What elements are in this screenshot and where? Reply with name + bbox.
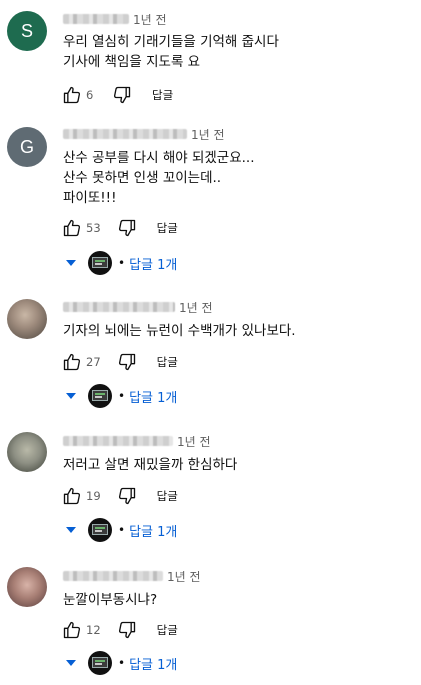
comment-actions: 27 답글 — [60, 350, 178, 374]
author-row: 1년 전 — [63, 299, 213, 315]
like-button[interactable] — [60, 216, 84, 240]
thumb-up-icon — [63, 86, 81, 104]
reply-button[interactable]: 답글 — [157, 488, 178, 504]
thumb-up-icon — [63, 219, 81, 237]
author-name-blurred[interactable] — [63, 571, 163, 581]
view-replies-button[interactable]: • 답글 1개 — [66, 517, 177, 543]
like-button[interactable] — [60, 83, 84, 107]
avatar[interactable] — [7, 299, 47, 339]
thumb-down-icon — [118, 487, 135, 505]
dislike-button[interactable] — [110, 83, 134, 107]
comment-time: 1년 전 — [167, 569, 201, 584]
author-name-blurred[interactable] — [63, 436, 173, 446]
comment-time: 1년 전 — [179, 300, 213, 315]
dislike-button[interactable] — [115, 484, 139, 508]
author-name-blurred[interactable] — [63, 302, 175, 312]
like-count: 19 — [86, 489, 101, 503]
avatar[interactable] — [7, 567, 47, 607]
comment-actions: 19 답글 — [60, 484, 178, 508]
comment-text: 저러고 살면 재밌을까 한심하다 — [63, 457, 238, 473]
view-replies-button[interactable]: • 답글 1개 — [66, 383, 177, 409]
caret-down-icon — [66, 660, 76, 666]
comment-actions: 12 답글 — [60, 618, 178, 642]
separator-dot: • — [118, 389, 126, 403]
comment-actions: 53 답글 — [60, 216, 178, 240]
thumb-up-icon — [63, 353, 81, 371]
separator-dot: • — [118, 523, 126, 537]
like-button[interactable] — [60, 350, 84, 374]
thumb-down-icon — [113, 86, 131, 104]
caret-down-icon — [66, 527, 76, 533]
avatar-letter: G — [19, 136, 34, 157]
comment-text: 눈깔이부동시냐? — [63, 592, 158, 608]
comment-actions: 6 답글 — [60, 83, 173, 107]
replies-count-label: 답글 1개 — [129, 524, 178, 540]
separator-dot: • — [118, 656, 126, 670]
reply-author-avatar — [88, 251, 112, 275]
dislike-button[interactable] — [115, 618, 139, 642]
like-button[interactable] — [60, 618, 84, 642]
thumb-down-icon — [118, 353, 135, 371]
reply-button[interactable]: 답글 — [157, 220, 178, 236]
author-row: 1년 전 — [63, 126, 225, 142]
reply-button[interactable]: 답글 — [157, 622, 178, 638]
reply-author-avatar — [88, 651, 112, 675]
comment-time: 1년 전 — [191, 127, 225, 142]
avatar-letter: S — [20, 20, 33, 41]
caret-down-icon — [66, 260, 76, 266]
comment-text: 우리 열심히 기래기들을 기억해 줍시다 기사에 책임을 지도록 요 — [63, 34, 279, 70]
comment-text: 기자의 뇌에는 뉴런이 수백개가 있나보다. — [63, 323, 296, 339]
like-button[interactable] — [60, 484, 84, 508]
like-count: 12 — [86, 623, 101, 637]
avatar[interactable]: S — [7, 11, 47, 51]
reply-author-avatar — [88, 384, 112, 408]
thumb-up-icon — [63, 621, 81, 639]
author-name-blurred[interactable] — [63, 129, 187, 139]
separator-dot: • — [118, 256, 126, 270]
view-replies-button[interactable]: • 답글 1개 — [66, 250, 177, 276]
like-count: 27 — [86, 355, 101, 369]
comment-time: 1년 전 — [177, 434, 211, 449]
dislike-button[interactable] — [115, 350, 139, 374]
author-row: 1년 전 — [63, 433, 211, 449]
author-row: 1년 전 — [63, 11, 167, 27]
author-name-blurred[interactable] — [63, 14, 129, 24]
comment-text: 산수 공부를 다시 해야 되겠군요... 산수 못하면 인생 꼬이는데.. 파이… — [63, 150, 255, 206]
avatar[interactable] — [7, 432, 47, 472]
comment-time: 1년 전 — [133, 12, 167, 27]
reply-author-avatar — [88, 518, 112, 542]
reply-button[interactable]: 답글 — [152, 87, 173, 103]
author-row: 1년 전 — [63, 568, 201, 584]
avatar[interactable]: G — [7, 127, 47, 167]
thumb-up-icon — [63, 487, 81, 505]
reply-button[interactable]: 답글 — [157, 354, 178, 370]
like-count: 53 — [86, 221, 101, 235]
caret-down-icon — [66, 393, 76, 399]
thumb-down-icon — [118, 219, 135, 237]
replies-count-label: 답글 1개 — [129, 657, 178, 673]
like-count: 6 — [86, 88, 94, 102]
dislike-button[interactable] — [115, 216, 139, 240]
replies-count-label: 답글 1개 — [129, 257, 178, 273]
replies-count-label: 답글 1개 — [129, 390, 178, 406]
view-replies-button[interactable]: • 답글 1개 — [66, 650, 177, 676]
thumb-down-icon — [118, 621, 135, 639]
